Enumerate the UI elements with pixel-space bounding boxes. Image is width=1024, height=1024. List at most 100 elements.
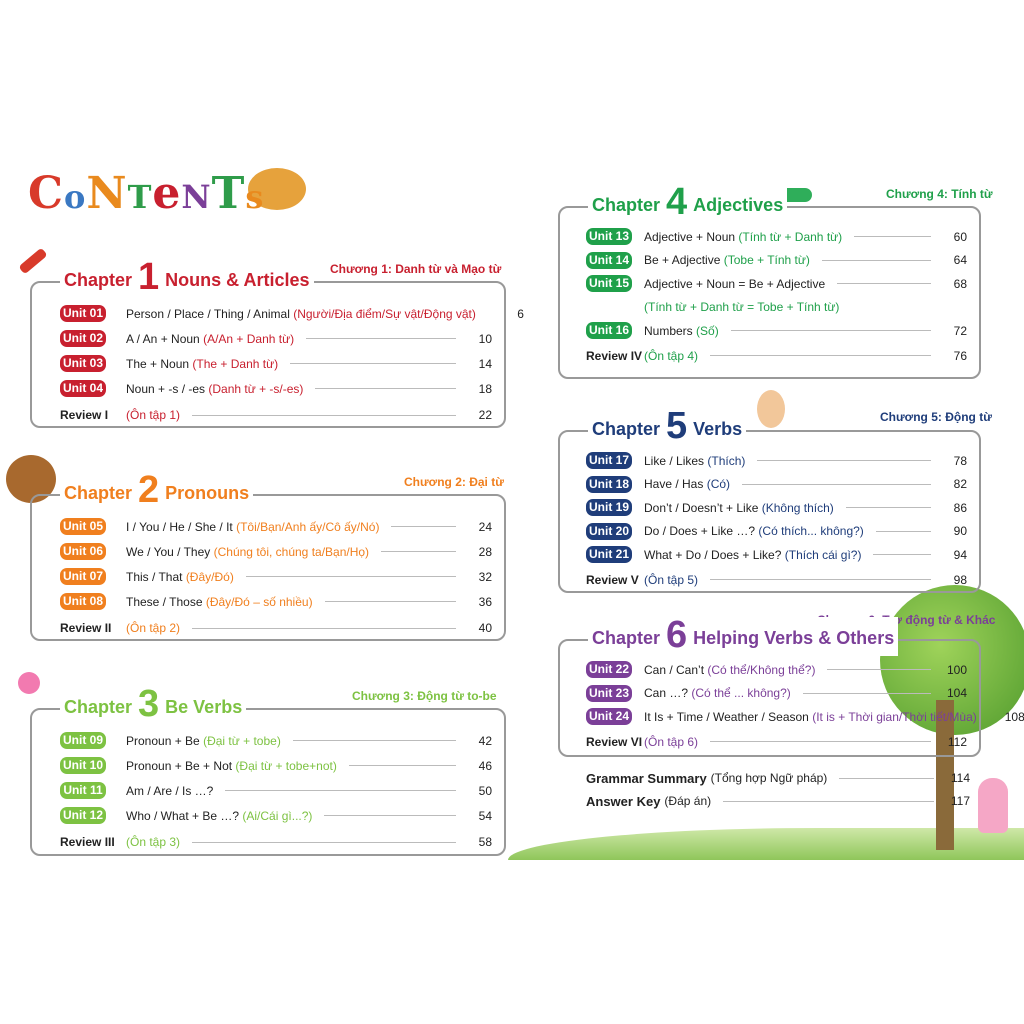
unit-row[interactable]: Unit 07 This / That (Đây/Đó) 32 bbox=[60, 564, 492, 589]
review-label: Review IV bbox=[586, 348, 643, 363]
extra-entry[interactable]: Answer Key (Đáp án) 117 bbox=[586, 791, 970, 811]
boy-illustration bbox=[757, 390, 785, 428]
title-letter: o bbox=[64, 178, 87, 216]
unit-english: The + Noun bbox=[126, 356, 190, 371]
unit-english: Be + Adjective bbox=[644, 253, 721, 268]
page-number: 64 bbox=[953, 253, 967, 268]
extra-entry[interactable]: Grammar Summary (Tổng hợp Ngữ pháp) 114 bbox=[586, 768, 970, 788]
unit-badge: Unit 11 bbox=[60, 782, 106, 799]
unit-title: Numbers (Số) bbox=[644, 324, 719, 338]
unit-row[interactable]: Unit 06 We / You / They (Chúng tôi, chúng… bbox=[60, 539, 492, 564]
chapter-heading: Chapter 5 Verbs bbox=[588, 407, 747, 447]
unit-title: Person / Place / Thing / Animal (Người/Đ… bbox=[126, 307, 476, 321]
unit-row[interactable]: Unit 01 Person / Place / Thing / Animal (… bbox=[60, 301, 524, 326]
extra-title: Answer Key bbox=[586, 793, 661, 809]
chapter-number: 4 bbox=[666, 181, 688, 223]
unit-note: (Tính từ + Danh từ = Tobe + Tính từ) bbox=[644, 300, 840, 315]
chapter-name: Pronouns bbox=[165, 483, 250, 503]
unit-row[interactable]: Unit 03 The + Noun (The + Danh từ) 14 bbox=[60, 351, 492, 376]
unit-note: (Danh từ + -s/-es) bbox=[208, 381, 304, 396]
unit-title: (Ôn tập 2) bbox=[126, 621, 180, 635]
unit-row[interactable]: Unit 21 What + Do / Does + Like? (Thích c… bbox=[586, 543, 967, 567]
review-row[interactable]: Review IV (Ôn tập 4) 76 bbox=[586, 343, 967, 370]
chapter-6-section: Chapter 6 Helping Verbs & Others Unit 22 Can… bbox=[558, 616, 1024, 757]
chapter-label: Chapter bbox=[592, 419, 661, 439]
leader-line bbox=[290, 363, 456, 364]
unit-badge: Unit 02 bbox=[60, 330, 106, 347]
leader-line bbox=[730, 330, 931, 332]
chapter-vietnamese-title: Chương 5: Động từ bbox=[880, 410, 992, 424]
chapter-heading: Chapter 4 Adjectives bbox=[588, 181, 788, 223]
unit-english: Like / Likes bbox=[644, 453, 705, 468]
unit-badge: Unit 06 bbox=[60, 543, 106, 560]
title-letter: e bbox=[152, 168, 182, 219]
unit-row[interactable]: Unit 15 Adjective + Noun = Be + Adjective… bbox=[586, 272, 967, 296]
unit-badge: Unit 23 bbox=[586, 684, 632, 702]
unit-row[interactable]: Unit 23 Can …? (Có thể ... không?) 104 bbox=[586, 682, 967, 706]
unit-row[interactable]: Unit 08 These / Those (Đây/Đó – số nhiều)… bbox=[60, 589, 492, 614]
unit-row[interactable]: Unit 10 Pronoun + Be + Not (Đại từ + tobe… bbox=[60, 753, 492, 778]
page-number: 94 bbox=[953, 547, 967, 562]
unit-note: (Đại từ + tobe+not) bbox=[235, 758, 337, 773]
unit-english: It Is + Time / Weather / Season bbox=[644, 709, 809, 724]
review-row[interactable]: Review I (Ôn tập 1) 22 bbox=[60, 401, 492, 429]
review-row[interactable]: Review VI (Ôn tập 6) 112 bbox=[586, 729, 967, 756]
review-row[interactable]: Review III (Ôn tập 3) 58 bbox=[60, 828, 492, 856]
unit-badge: Unit 10 bbox=[60, 757, 106, 774]
unit-english: Do / Does + Like …? bbox=[644, 524, 756, 539]
unit-row[interactable]: Unit 17 Like / Likes (Thích) 78 bbox=[586, 449, 967, 473]
title-letter: N bbox=[86, 168, 128, 219]
unit-title: Pronoun + Be (Đại từ + tobe) bbox=[126, 734, 281, 748]
chapter-3-section: Chapter 3 Be Verbs Unit 09 Pronoun + Be (Đại… bbox=[30, 685, 506, 856]
unit-row[interactable]: Unit 12 Who / What + Be …? (Ai/Cái gì...?… bbox=[60, 803, 492, 828]
unit-title: (Ôn tập 6) bbox=[644, 735, 698, 749]
page-number: 14 bbox=[478, 356, 492, 371]
unit-note: (Có thích... không?) bbox=[758, 524, 864, 539]
page-number: 78 bbox=[953, 453, 967, 468]
unit-title: Noun + -s / -es (Danh từ + -s/-es) bbox=[126, 382, 303, 396]
unit-row[interactable]: Unit 14 Be + Adjective (Tobe + Tính từ) 64 bbox=[586, 249, 967, 273]
unit-row[interactable]: Unit 18 Have / Has (Có) 82 bbox=[586, 473, 967, 497]
unit-row[interactable]: Unit 19 Don’t / Doesn’t + Like (Không thí… bbox=[586, 496, 967, 520]
row-subtitle: (Tính từ + Danh từ = Tobe + Tính từ) bbox=[586, 296, 967, 320]
unit-note: (Ôn tập 5) bbox=[644, 572, 699, 587]
unit-row[interactable]: Unit 02 A / An + Noun (A/An + Danh từ) 10 bbox=[60, 326, 492, 351]
unit-note: (The + Danh từ) bbox=[192, 356, 279, 371]
unit-english: These / Those bbox=[126, 594, 203, 609]
page-number: 10 bbox=[478, 331, 492, 346]
review-row[interactable]: Review V (Ôn tập 5) 98 bbox=[586, 567, 967, 594]
unit-title: (Ôn tập 1) bbox=[126, 408, 180, 422]
unit-row[interactable]: Unit 22 Can / Can’t (Có thể/Không thể?) 10… bbox=[586, 658, 967, 682]
unit-english: Can …? bbox=[644, 686, 689, 701]
chapter-vietnamese-title: Chương 4: Tính từ bbox=[886, 187, 993, 201]
chapter-name: Adjectives bbox=[693, 195, 784, 215]
title-letter: s bbox=[245, 178, 265, 216]
unit-english: Person / Place / Thing / Animal bbox=[126, 306, 290, 321]
unit-badge: Unit 12 bbox=[60, 807, 106, 824]
unit-row[interactable]: Unit 13 Adjective + Noun (Tính từ + Danh … bbox=[586, 225, 967, 249]
unit-title: Can / Can’t (Có thể/Không thể?) bbox=[644, 663, 815, 677]
unit-badge: Unit 07 bbox=[60, 568, 106, 585]
chapter-4-section: Chapter 4 Adjectives Unit 13 Adjective + Nou… bbox=[558, 183, 981, 379]
unit-title: Am / Are / Is …? bbox=[126, 784, 213, 798]
leader-line bbox=[873, 554, 931, 556]
unit-english: Have / Has bbox=[644, 477, 704, 492]
leader-line bbox=[845, 507, 931, 509]
page-number: 32 bbox=[478, 569, 492, 584]
unit-row[interactable]: Unit 05 I / You / He / She / It (Tôi/Bạn/… bbox=[60, 514, 492, 539]
unit-english: Who / What + Be …? bbox=[126, 808, 240, 823]
unit-row[interactable]: Unit 16 Numbers (Số) 72 bbox=[586, 319, 967, 343]
unit-row[interactable]: Unit 20 Do / Does + Like …? (Có thích... … bbox=[586, 520, 967, 544]
unit-note: (Tobe + Tính từ) bbox=[723, 253, 810, 268]
unit-row[interactable]: Unit 11 Am / Are / Is …? 50 bbox=[60, 778, 492, 803]
unit-title: (Ôn tập 3) bbox=[126, 835, 180, 849]
unit-row[interactable]: Unit 04 Noun + -s / -es (Danh từ + -s/-es… bbox=[60, 376, 492, 401]
unit-row[interactable]: Unit 09 Pronoun + Be (Đại từ + tobe) 42 bbox=[60, 728, 492, 753]
leader-line bbox=[837, 283, 931, 285]
review-row[interactable]: Review II (Ôn tập 2) 40 bbox=[60, 614, 492, 642]
unit-english: Don’t / Doesn’t + Like bbox=[644, 500, 759, 515]
unit-row[interactable]: Unit 24 It Is + Time / Weather / Season (… bbox=[586, 705, 1024, 729]
page-number: 90 bbox=[953, 524, 967, 539]
chapter-name: Helping Verbs & Others bbox=[693, 628, 895, 648]
unit-note: (Tính từ + Danh từ) bbox=[738, 229, 843, 244]
